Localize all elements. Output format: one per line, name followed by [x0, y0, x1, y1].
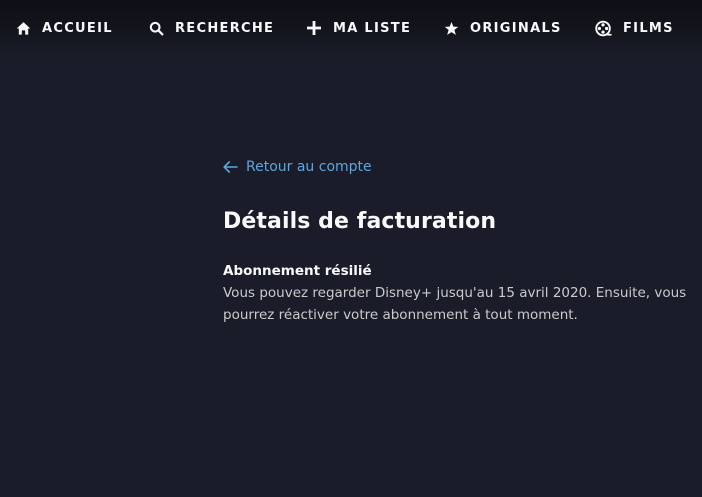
- nav-item-films[interactable]: FILMS: [595, 18, 674, 38]
- film-reel-icon: [595, 20, 612, 36]
- plus-icon: [307, 21, 321, 35]
- back-to-account-link[interactable]: Retour au compte: [223, 156, 693, 178]
- arrow-left-icon: [223, 161, 238, 173]
- home-icon: [16, 21, 31, 35]
- nav-item-label: FILMS: [623, 20, 674, 36]
- subscription-status-text: Vous pouvez regarder Disney+ jusqu'au 15…: [223, 285, 687, 323]
- nav-item-recherche[interactable]: RECHERCHE: [149, 18, 274, 38]
- nav-item-accueil[interactable]: ACCUEIL: [16, 18, 113, 38]
- billing-details-panel: Retour au compte Détails de facturation …: [223, 156, 693, 326]
- page-title: Détails de facturation: [223, 209, 497, 234]
- subscription-status-heading: Abonnement résilié: [223, 263, 372, 279]
- search-icon: [149, 21, 164, 35]
- nav-item-label: ACCUEIL: [42, 20, 113, 36]
- back-link-label: Retour au compte: [246, 159, 372, 175]
- nav-item-label: RECHERCHE: [175, 20, 275, 36]
- nav-item-label: MA LISTE: [333, 20, 412, 36]
- star-icon: [444, 21, 459, 35]
- nav-item-originals[interactable]: ORIGINALS: [444, 18, 562, 38]
- nav-item-ma-liste[interactable]: MA LISTE: [306, 18, 411, 38]
- nav-item-label: ORIGINALS: [470, 20, 562, 36]
- top-navigation: ACCUEIL RECHERCHE MA LISTE ORIGINALS FIL…: [0, 0, 702, 58]
